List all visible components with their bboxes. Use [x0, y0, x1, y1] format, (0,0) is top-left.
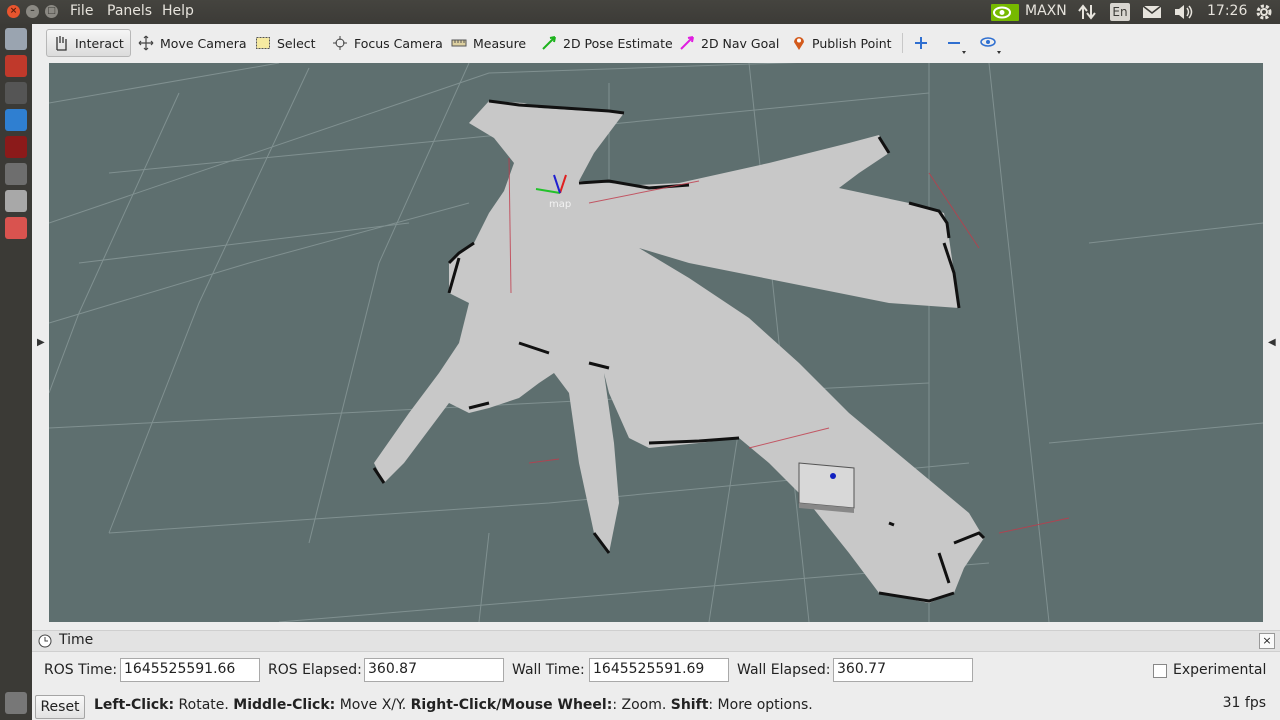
tool-interact[interactable]: Interact: [46, 29, 131, 57]
select-box-icon: [256, 37, 270, 49]
files-app-icon[interactable]: [5, 28, 27, 50]
occupancy-grid-scene: map: [48, 57, 1264, 623]
app-launcher: [0, 24, 32, 720]
browser-app-icon[interactable]: [5, 82, 27, 104]
software-app-icon[interactable]: [5, 190, 27, 212]
power-mode-indicator[interactable]: MAXN: [1025, 3, 1067, 19]
ros-time-field[interactable]: 1645525591.66: [120, 658, 260, 682]
hint-middle-click-key: Middle-Click:: [233, 697, 336, 713]
toolbar-separator: [902, 33, 903, 53]
ros-time-label: ROS Time:: [44, 662, 118, 678]
close-panel-button[interactable]: ×: [1259, 633, 1275, 649]
wall-time-label: Wall Time:: [512, 662, 585, 678]
render-panel: ▶ ◀ map: [32, 57, 1280, 624]
rviz-app-icon[interactable]: [5, 163, 27, 185]
map-pin-icon: [794, 37, 804, 50]
keyboard-language-indicator[interactable]: En: [1110, 3, 1130, 21]
magenta-arrow-icon: [680, 36, 694, 50]
rviz-toolbar: Interact Move Camera Select Focus Camera…: [32, 24, 1280, 63]
status-bar: Reset Left-Click: Rotate. Middle-Click: …: [32, 692, 1280, 720]
nvidia-icon[interactable]: [991, 4, 1019, 21]
hint-left-click-key: Left-Click:: [94, 697, 175, 713]
hint-shift-text: : More options.: [708, 697, 813, 713]
tool-2d-pose-estimate[interactable]: 2D Pose Estimate: [535, 29, 679, 57]
robot-model: [798, 462, 855, 513]
hint-right-click-text: : Zoom.: [612, 697, 671, 713]
terminal-app-icon[interactable]: [5, 136, 27, 158]
view-eye-icon[interactable]: [979, 34, 1003, 54]
network-updown-icon[interactable]: [1078, 4, 1096, 20]
ruler-icon: [451, 39, 467, 47]
remove-tool-icon[interactable]: [946, 35, 968, 55]
green-arrow-icon: [542, 36, 556, 50]
tool-2d-nav-goal[interactable]: 2D Nav Goal: [673, 29, 785, 57]
tool-2d-nav-goal-label: 2D Nav Goal: [701, 35, 780, 51]
top-menubar: × – □ File Panels Help MAXN En 17:26: [0, 0, 1280, 24]
window-maximize-button[interactable]: □: [45, 5, 58, 18]
focus-camera-icon: [333, 36, 347, 50]
occupancy-map: [372, 99, 1070, 603]
experimental-label: Experimental: [1173, 662, 1267, 678]
hint-left-click-text: Rotate.: [174, 697, 234, 713]
add-tool-icon[interactable]: [913, 35, 929, 51]
ros-elapsed-field[interactable]: 360.87: [364, 658, 504, 682]
tool-focus-camera[interactable]: Focus Camera: [326, 29, 449, 57]
notes-app-icon[interactable]: [5, 55, 27, 77]
time-panel-header: Time ×: [32, 630, 1280, 652]
tool-move-camera-label: Move Camera: [160, 35, 247, 51]
reset-button[interactable]: Reset: [35, 695, 85, 719]
time-panel: Time × ROS Time: 1645525591.66 ROS Elaps…: [32, 630, 1280, 688]
menu-help[interactable]: Help: [162, 3, 194, 19]
hint-right-click-key: Right-Click/Mouse Wheel:: [410, 697, 613, 713]
map-frame-label: map: [549, 199, 571, 210]
tool-select-label: Select: [277, 35, 316, 51]
hint-middle-click-text: Move X/Y.: [335, 697, 411, 713]
hand-icon: [56, 36, 67, 51]
tool-2d-pose-estimate-label: 2D Pose Estimate: [563, 35, 673, 51]
right-dock-collapse-arrow[interactable]: ◀: [1268, 337, 1276, 348]
experimental-checkbox[interactable]: [1153, 664, 1167, 678]
tool-publish-point-label: Publish Point: [812, 35, 892, 51]
clock-icon: [38, 634, 52, 648]
tool-select[interactable]: Select: [249, 29, 322, 57]
tool-focus-camera-label: Focus Camera: [354, 35, 443, 51]
tool-publish-point[interactable]: Publish Point: [786, 29, 898, 57]
vscode-app-icon[interactable]: [5, 109, 27, 131]
hint-shift-key: Shift: [670, 697, 709, 713]
tool-move-camera[interactable]: Move Camera: [132, 29, 253, 57]
interaction-hint: Left-Click: Rotate. Middle-Click: Move X…: [94, 697, 813, 713]
menu-file[interactable]: File: [70, 3, 93, 19]
ros-elapsed-label: ROS Elapsed:: [268, 662, 362, 678]
time-panel-title: Time: [59, 632, 94, 648]
tool-measure[interactable]: Measure: [445, 29, 532, 57]
window-minimize-button[interactable]: –: [26, 5, 39, 18]
tool-measure-label: Measure: [473, 35, 527, 51]
3d-viewport[interactable]: map: [48, 57, 1264, 623]
wall-time-field[interactable]: 1645525591.69: [589, 658, 729, 682]
left-dock-collapse-arrow[interactable]: ▶: [37, 337, 45, 348]
wall-elapsed-label: Wall Elapsed:: [737, 662, 831, 678]
clock[interactable]: 17:26: [1207, 3, 1247, 19]
fps-counter: 31 fps: [1222, 695, 1266, 711]
help-app-icon[interactable]: [5, 217, 27, 239]
menu-panels[interactable]: Panels: [107, 3, 152, 19]
volume-icon[interactable]: [1174, 4, 1194, 20]
wall-elapsed-field[interactable]: 360.77: [833, 658, 973, 682]
move-camera-icon: [138, 35, 154, 51]
tool-interact-label: Interact: [75, 35, 124, 51]
settings-gear-icon[interactable]: [1255, 3, 1273, 21]
trash-icon[interactable]: [5, 692, 27, 714]
window-close-button[interactable]: ×: [7, 5, 20, 18]
mail-icon[interactable]: [1142, 5, 1162, 19]
